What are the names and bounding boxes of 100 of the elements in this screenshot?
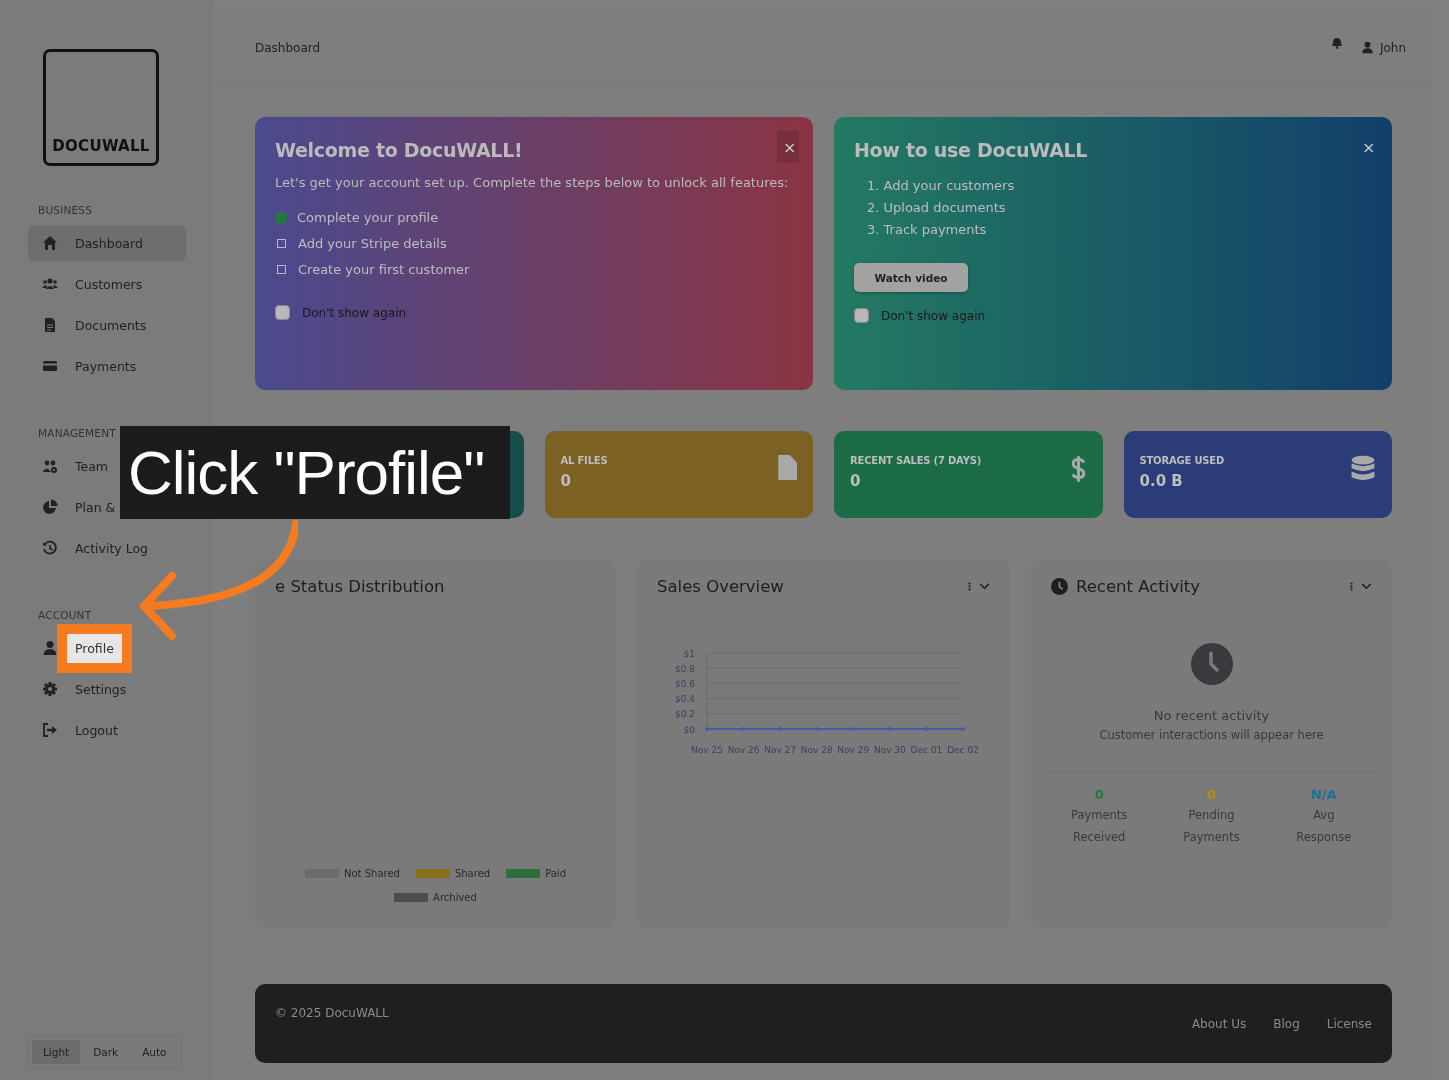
users-icon bbox=[42, 276, 58, 292]
user-icon bbox=[42, 640, 58, 656]
stat-value: 0 bbox=[560, 472, 572, 490]
data-point bbox=[924, 727, 929, 731]
close-button[interactable]: × bbox=[1356, 131, 1378, 163]
x-tick-label: Nov 25 bbox=[691, 745, 723, 755]
user-icon bbox=[1360, 41, 1374, 54]
stat-value: 0 bbox=[1093, 787, 1105, 802]
database-icon bbox=[1350, 455, 1376, 483]
callout-tooltip: Click "Profile" bbox=[120, 426, 510, 519]
stat-label: RECENT SALES (7 DAYS) bbox=[850, 455, 982, 466]
empty-title: No recent activity bbox=[1153, 708, 1270, 723]
section-label: MANAGEMENT bbox=[38, 427, 117, 439]
section-label: BUSINESS bbox=[38, 204, 94, 216]
checkbox-label: Don't show again bbox=[302, 305, 407, 320]
sidebar-item[interactable]: Payments bbox=[28, 348, 143, 384]
theme-option[interactable]: Light bbox=[32, 1040, 81, 1064]
step-text: 2. Upload documents bbox=[867, 199, 1007, 217]
step-text: Add your Stripe details bbox=[298, 236, 447, 251]
x-tick-label: Dec 02 bbox=[947, 745, 979, 755]
x-tick-label: Nov 28 bbox=[800, 745, 833, 755]
y-tick-label: $0.2 bbox=[674, 709, 695, 720]
document-icon bbox=[42, 317, 58, 333]
data-point bbox=[705, 727, 709, 731]
card-title: How to use DocuWALL bbox=[854, 139, 1088, 161]
checkbox[interactable] bbox=[854, 308, 869, 323]
stat-label: Pending Payments bbox=[1182, 807, 1241, 846]
theme-option[interactable]: Dark bbox=[82, 1040, 130, 1064]
credit-card-icon bbox=[42, 358, 58, 374]
x-tick-label: Dec 01 bbox=[910, 745, 943, 755]
stat-value: 0 bbox=[850, 472, 862, 490]
house-icon bbox=[42, 235, 58, 251]
dollar-icon bbox=[1069, 455, 1087, 483]
logo[interactable]: DOCUWALL bbox=[43, 49, 159, 166]
x-tick-label: Nov 30 bbox=[873, 745, 906, 755]
legend-label: Not Shared bbox=[344, 868, 400, 879]
checkbox[interactable] bbox=[275, 305, 290, 320]
stat-label: Payments Received bbox=[1070, 807, 1129, 846]
card-text: Let's get your account set up. Complete the steps below to unlock all features: bbox=[275, 175, 790, 190]
sidebar-item[interactable]: Dashboard bbox=[28, 225, 186, 261]
sidebar-item[interactable]: Team bbox=[28, 448, 115, 484]
legend-label: Shared bbox=[454, 868, 491, 879]
bell-icon bbox=[1330, 36, 1343, 49]
settings-icon bbox=[42, 681, 58, 697]
footer-link[interactable]: License bbox=[1326, 1016, 1372, 1031]
file-icon bbox=[777, 455, 797, 480]
user-name[interactable]: John bbox=[1379, 40, 1406, 55]
chevron-down-icon bbox=[979, 582, 990, 590]
sidebar-item[interactable]: Documents bbox=[28, 307, 153, 343]
chevron-down-icon bbox=[1361, 582, 1372, 590]
stat-value: 0.0 B bbox=[1139, 472, 1184, 490]
sidebar-item[interactable]: Profile bbox=[28, 630, 128, 666]
sidebar-item[interactable]: Customers bbox=[28, 266, 149, 302]
theme-option[interactable]: Auto bbox=[131, 1040, 178, 1064]
footer-link[interactable]: Blog bbox=[1273, 1016, 1300, 1031]
sidebar-item[interactable]: Plan & bbox=[28, 489, 122, 525]
data-point bbox=[814, 727, 819, 731]
more-options-icon bbox=[1350, 580, 1353, 592]
step-text: Create your first customer bbox=[298, 262, 470, 277]
sidebar-item[interactable]: Settings bbox=[28, 671, 133, 707]
breadcrumb: Dashboard bbox=[255, 40, 322, 55]
history-icon bbox=[42, 540, 58, 556]
card-title: Recent Activity bbox=[1076, 576, 1201, 596]
empty-text: Customer interactions will appear here bbox=[1099, 728, 1324, 742]
section-label: ACCOUNT bbox=[38, 609, 93, 621]
users-gear-icon bbox=[42, 458, 58, 474]
legend-label: Paid bbox=[545, 868, 566, 879]
copyright: © 2025 DocuWALL bbox=[275, 1006, 390, 1022]
pie-chart-icon bbox=[42, 499, 58, 515]
x-tick-label: Nov 27 bbox=[764, 745, 797, 755]
stat-value: 0 bbox=[1205, 787, 1217, 802]
footer-link[interactable]: About Us bbox=[1191, 1016, 1247, 1031]
data-point bbox=[961, 727, 965, 731]
close-button[interactable]: × bbox=[777, 131, 799, 163]
more-options-icon bbox=[968, 580, 971, 592]
y-tick-label: $0.8 bbox=[674, 663, 695, 674]
watch-video-button[interactable]: Watch video bbox=[854, 263, 968, 292]
stat-value: N/A bbox=[1309, 787, 1338, 802]
y-tick-label: $1 bbox=[683, 648, 695, 659]
stat-label: AL FILES bbox=[560, 455, 608, 466]
step-text: Complete your profile bbox=[297, 210, 439, 225]
legend-label: Archived bbox=[433, 892, 477, 903]
card-title: Sales Overview bbox=[657, 576, 785, 596]
sidebar-item[interactable]: Activity Log bbox=[28, 530, 155, 566]
card-title: Welcome to DocuWALL! bbox=[275, 139, 523, 161]
data-point bbox=[778, 727, 783, 731]
step-text: 1. Add your customers bbox=[867, 177, 1016, 195]
clock-icon bbox=[1190, 643, 1233, 685]
logout-icon bbox=[42, 722, 58, 738]
card-title: e Status Distribution bbox=[275, 576, 446, 596]
step-text: 3. Track payments bbox=[867, 221, 988, 239]
stat-label: STORAGE USED bbox=[1139, 455, 1225, 466]
data-point bbox=[887, 727, 892, 731]
y-tick-label: $0.6 bbox=[674, 678, 695, 689]
x-tick-label: Nov 29 bbox=[837, 745, 870, 755]
clock-icon bbox=[1051, 577, 1068, 595]
sidebar-item[interactable]: Logout bbox=[28, 712, 124, 748]
data-point bbox=[851, 727, 856, 731]
x-tick-label: Nov 26 bbox=[727, 745, 760, 755]
data-point bbox=[741, 727, 746, 731]
